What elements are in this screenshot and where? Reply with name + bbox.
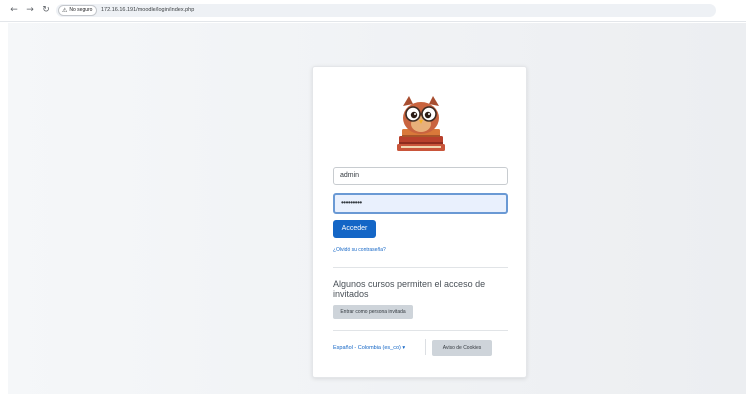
divider xyxy=(333,330,508,331)
forgot-password-link[interactable]: ¿Olvidó su contraseña? xyxy=(333,247,386,253)
language-selector[interactable]: Español - Colombia (es_co) ▾ xyxy=(333,344,405,352)
address-bar[interactable]: ⚠ No seguro 172.16.16.191/moodle/login/i… xyxy=(56,4,716,17)
divider xyxy=(333,267,508,268)
browser-toolbar: ← → ↻ ⚠ No seguro 172.16.16.191/moodle/l… xyxy=(0,0,746,22)
security-chip[interactable]: ⚠ No seguro xyxy=(58,5,98,16)
warning-triangle-icon: ⚠ xyxy=(62,7,68,14)
login-button[interactable]: Acceder xyxy=(333,220,376,238)
footer-separator xyxy=(425,339,426,355)
owl-books-logo xyxy=(397,96,445,151)
guest-access-message: Algunos cursos permiten el acceso de inv… xyxy=(333,279,486,299)
password-field[interactable]: ••••••••• xyxy=(333,193,508,214)
security-label: No seguro xyxy=(69,7,93,13)
guest-login-button[interactable]: Entrar como persona invitada xyxy=(333,305,413,319)
url-text[interactable]: 172.16.16.191/moodle/login/index.php xyxy=(101,4,194,17)
login-card: admin ••••••••• Acceder ¿Olvidó su contr… xyxy=(312,66,527,378)
reload-icon[interactable]: ↻ xyxy=(40,4,52,16)
back-arrow-icon[interactable]: ← xyxy=(8,4,20,16)
cookie-notice-button[interactable]: Aviso de Cookies xyxy=(432,340,492,356)
forward-arrow-icon[interactable]: → xyxy=(24,4,36,16)
username-field[interactable]: admin xyxy=(333,167,508,185)
